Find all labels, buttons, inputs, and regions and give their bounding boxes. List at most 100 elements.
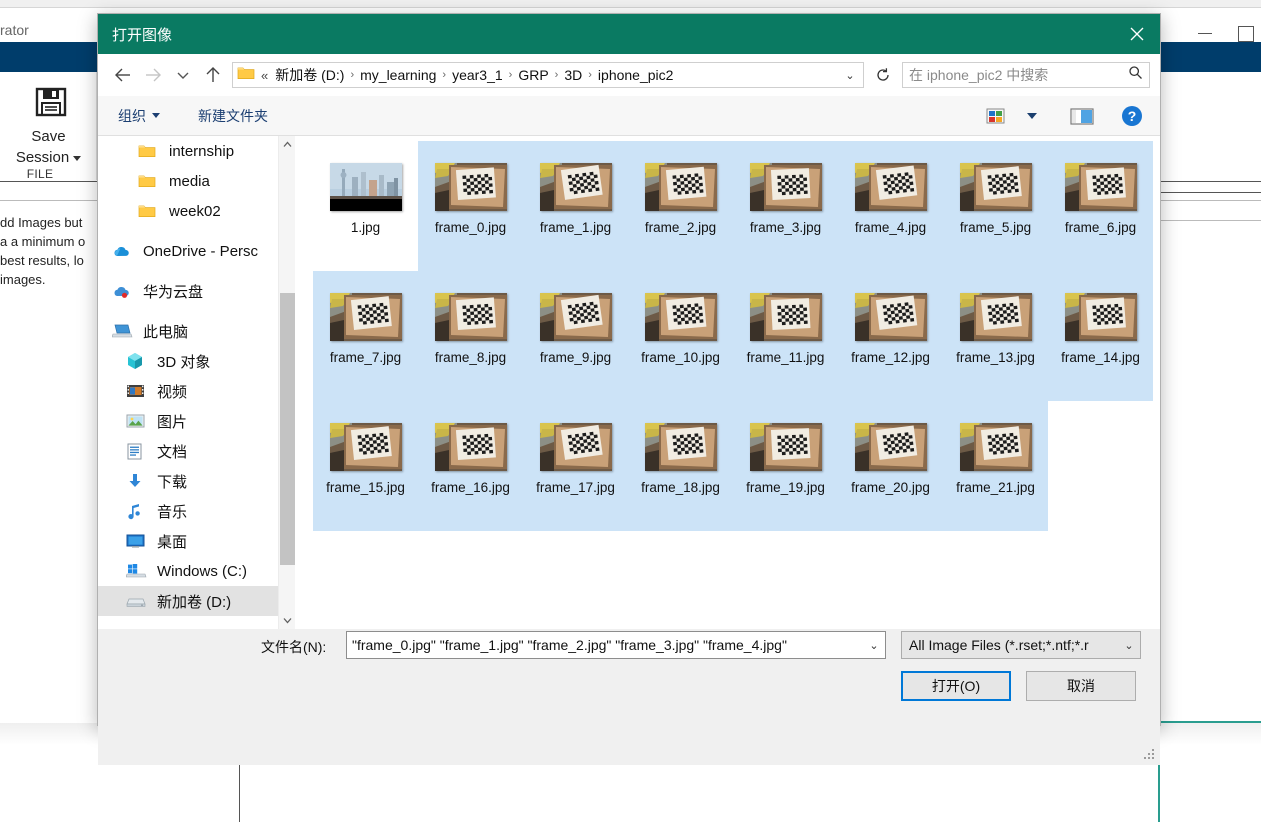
- breadcrumb-separator[interactable]: ›: [347, 69, 357, 81]
- sidebar-item-label: week02: [169, 202, 221, 220]
- file-item[interactable]: frame_9.jpg: [523, 271, 628, 401]
- navigation-pane: internship media week02 OneDrive - Persc 华为云…: [98, 136, 295, 629]
- breadcrumb-separator[interactable]: ›: [552, 69, 562, 81]
- sidebar-item-item[interactable]: 华为云盘: [98, 276, 278, 306]
- file-item[interactable]: frame_8.jpg: [418, 271, 523, 401]
- sidebar-item-onedrive-persc[interactable]: OneDrive - Persc: [98, 236, 278, 266]
- sidebar-item-label: 此电脑: [143, 323, 189, 341]
- new-folder-button[interactable]: 新建文件夹: [190, 102, 276, 130]
- file-list-pane[interactable]: 1.jpg frame_0.jpg frame_1.jpg frame_2.jpg fr…: [295, 136, 1160, 629]
- open-button[interactable]: 打开(O): [901, 671, 1011, 701]
- huawei-cloud-icon: [112, 284, 134, 299]
- chevron-down-icon[interactable]: [73, 155, 82, 161]
- file-item[interactable]: frame_3.jpg: [733, 141, 838, 271]
- scroll-down-icon[interactable]: [279, 612, 295, 629]
- sidebar-item-item[interactable]: 下载: [98, 466, 278, 496]
- file-item[interactable]: frame_10.jpg: [628, 271, 733, 401]
- breadcrumb-item-1[interactable]: my_learning: [357, 67, 439, 83]
- navigation-scrollbar[interactable]: [278, 136, 295, 629]
- minimize-icon[interactable]: [1192, 22, 1218, 44]
- file-item[interactable]: frame_21.jpg: [943, 401, 1048, 531]
- refresh-icon[interactable]: [870, 62, 896, 88]
- file-item[interactable]: frame_16.jpg: [418, 401, 523, 531]
- sidebar-item-item[interactable]: 桌面: [98, 526, 278, 556]
- sidebar-item-d[interactable]: 新加卷 (D:): [98, 586, 278, 616]
- sidebar-item-item[interactable]: 视频: [98, 376, 278, 406]
- music-icon: [126, 503, 148, 520]
- bg-save-line2: Session: [15, 149, 70, 166]
- file-item[interactable]: frame_2.jpg: [628, 141, 733, 271]
- sidebar-item-3d[interactable]: 3D 对象: [98, 346, 278, 376]
- sidebar-item-item[interactable]: 音乐: [98, 496, 278, 526]
- breadcrumb-item-3[interactable]: GRP: [515, 67, 551, 83]
- file-item[interactable]: frame_19.jpg: [733, 401, 838, 531]
- breadcrumb-item-5[interactable]: iphone_pic2: [595, 67, 677, 83]
- file-item[interactable]: frame_11.jpg: [733, 271, 838, 401]
- breadcrumb-item-2[interactable]: year3_1: [449, 67, 506, 83]
- sidebar-item-item[interactable]: 图片: [98, 406, 278, 436]
- file-name-label: frame_0.jpg: [434, 220, 507, 235]
- breadcrumb-separator[interactable]: ›: [506, 69, 516, 81]
- sidebar-item-item[interactable]: 此电脑: [98, 316, 278, 346]
- sidebar-item-week02[interactable]: week02: [98, 196, 278, 226]
- organize-button[interactable]: 组织: [110, 102, 168, 130]
- scroll-up-icon[interactable]: [279, 136, 295, 153]
- cancel-button[interactable]: 取消: [1026, 671, 1136, 701]
- file-thumbnail: [644, 293, 717, 341]
- file-item[interactable]: frame_7.jpg: [313, 271, 418, 401]
- address-bar[interactable]: « 新加卷 (D:) › my_learning › year3_1 › GRP…: [232, 62, 864, 88]
- file-item[interactable]: frame_15.jpg: [313, 401, 418, 531]
- file-name-label: frame_4.jpg: [854, 220, 927, 235]
- address-overflow-chevron[interactable]: «: [259, 68, 272, 83]
- close-icon[interactable]: [1114, 14, 1160, 54]
- bg-group-label: FILE: [26, 167, 54, 181]
- file-item[interactable]: frame_17.jpg: [523, 401, 628, 531]
- maximize-icon[interactable]: [1232, 22, 1258, 44]
- file-thumbnail: [959, 423, 1032, 471]
- filename-input[interactable]: "frame_0.jpg" "frame_1.jpg" "frame_2.jpg…: [346, 631, 886, 659]
- file-name-label: frame_13.jpg: [956, 350, 1035, 365]
- sidebar-item-label: Windows (C:): [157, 562, 248, 580]
- file-thumbnail: [854, 423, 927, 471]
- 3d-objects-icon: [126, 352, 148, 370]
- breadcrumb-separator[interactable]: ›: [439, 69, 449, 81]
- resize-grip[interactable]: [1144, 749, 1156, 761]
- scrollbar-thumb[interactable]: [280, 293, 295, 565]
- file-item[interactable]: frame_4.jpg: [838, 141, 943, 271]
- file-item[interactable]: 1.jpg: [313, 141, 418, 271]
- breadcrumb-item-4[interactable]: 3D: [561, 67, 585, 83]
- forward-button[interactable]: [138, 60, 168, 90]
- file-item[interactable]: frame_12.jpg: [838, 271, 943, 401]
- chevron-down-icon[interactable]: ⌄: [1120, 639, 1138, 652]
- view-options-icon[interactable]: [980, 102, 1012, 130]
- sidebar-item-internship[interactable]: internship: [98, 136, 278, 166]
- desktop-icon: [126, 533, 148, 549]
- chevron-down-icon[interactable]: ⌄: [865, 639, 883, 652]
- file-item[interactable]: frame_20.jpg: [838, 401, 943, 531]
- file-item[interactable]: frame_6.jpg: [1048, 141, 1153, 271]
- back-button[interactable]: [108, 60, 138, 90]
- downloads-icon: [126, 473, 148, 489]
- up-one-level-button[interactable]: [198, 60, 228, 90]
- chevron-down-icon[interactable]: ⌄: [839, 69, 861, 82]
- search-input[interactable]: 在 iphone_pic2 中搜索: [902, 62, 1150, 88]
- breadcrumb-separator[interactable]: ›: [585, 69, 595, 81]
- filetype-select[interactable]: All Image Files (*.rset;*.ntf;*.r ⌄: [901, 631, 1141, 659]
- file-item[interactable]: frame_13.jpg: [943, 271, 1048, 401]
- sidebar-item-media[interactable]: media: [98, 166, 278, 196]
- recent-locations-button[interactable]: [168, 60, 198, 90]
- breadcrumb-item-0[interactable]: 新加卷 (D:): [272, 65, 347, 85]
- search-icon[interactable]: [1128, 65, 1143, 85]
- help-icon[interactable]: ?: [1116, 102, 1148, 130]
- file-item[interactable]: frame_1.jpg: [523, 141, 628, 271]
- preview-pane-icon[interactable]: [1066, 102, 1098, 130]
- file-item[interactable]: frame_18.jpg: [628, 401, 733, 531]
- file-item[interactable]: frame_5.jpg: [943, 141, 1048, 271]
- sidebar-item-item[interactable]: 文档: [98, 436, 278, 466]
- view-options-dropdown[interactable]: [1016, 102, 1048, 130]
- file-item[interactable]: frame_0.jpg: [418, 141, 523, 271]
- folder-icon: [138, 144, 160, 159]
- sidebar-item-windows-c[interactable]: Windows (C:): [98, 556, 278, 586]
- file-item[interactable]: frame_14.jpg: [1048, 271, 1153, 401]
- bg-save-session-button[interactable]: Save Session: [0, 126, 97, 168]
